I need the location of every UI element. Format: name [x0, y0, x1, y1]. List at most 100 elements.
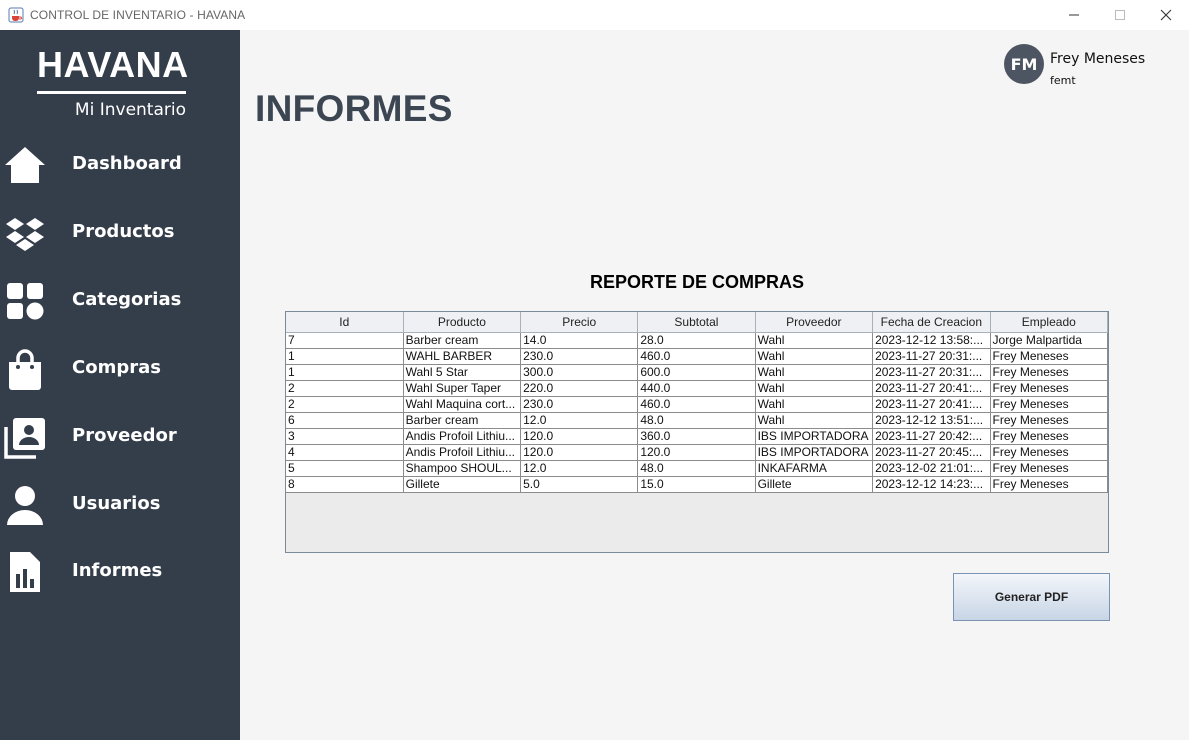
sidebar-item-compras[interactable]: Compras — [0, 339, 240, 399]
table-cell: Wahl — [755, 412, 874, 429]
table-cell: 120.0 — [520, 428, 639, 445]
column-header-subtotal[interactable]: Subtotal — [637, 312, 756, 333]
sidebar-item-label: Proveedor — [72, 425, 177, 446]
brand-underline — [37, 91, 186, 94]
table-cell: Barber cream — [403, 412, 522, 429]
sidebar-item-dashboard[interactable]: Dashboard — [0, 135, 240, 195]
table-cell: 48.0 — [637, 460, 756, 477]
table-cell: Frey Meneses — [990, 476, 1108, 493]
maximize-button[interactable] — [1097, 0, 1143, 30]
table-row[interactable]: 2 Wahl Maquina cort... 230.0 460.0 Wahl 2023-… — [286, 396, 1108, 413]
column-header-precio[interactable]: Precio — [520, 312, 639, 333]
table-cell: 2023-11-27 20:41:... — [872, 380, 991, 397]
table-cell: Andis Profoil Lithiu... — [403, 444, 522, 461]
table-cell: INKAFARMA — [755, 460, 874, 477]
table-cell: Frey Meneses — [990, 396, 1108, 413]
table-cell: Shampoo SHOUL... — [403, 460, 522, 477]
table-cell: Barber cream — [403, 332, 522, 349]
sidebar-item-label: Categorias — [72, 289, 182, 310]
table-cell: 1 — [286, 364, 404, 381]
table-cell: Wahl Super Taper — [403, 380, 522, 397]
sidebar: HAVANA Mi Inventario Dashboard Productos… — [0, 30, 240, 740]
table-row[interactable]: 5 Shampoo SHOUL... 12.0 48.0 INKAFARMA 2023-1… — [286, 460, 1108, 477]
table-row[interactable]: 7 Barber cream 14.0 28.0 Wahl 2023-12-12 13:5… — [286, 332, 1108, 349]
table-cell: 2023-11-27 20:31:... — [872, 348, 991, 365]
sidebar-item-label: Productos — [72, 221, 175, 242]
table-cell: 2023-11-27 20:31:... — [872, 364, 991, 381]
table-cell: Frey Meneses — [990, 348, 1108, 365]
table-cell: 2023-11-27 20:45:... — [872, 444, 991, 461]
column-header-id[interactable]: Id — [286, 312, 404, 333]
table-cell: WAHL BARBER — [403, 348, 522, 365]
report-title: REPORTE DE COMPRAS — [589, 272, 805, 292]
table-cell: 2 — [286, 396, 404, 413]
table-cell: 2023-12-02 21:01:... — [872, 460, 991, 477]
sidebar-item-informes[interactable]: Informes — [0, 542, 240, 602]
table-cell: Gillete — [755, 476, 874, 493]
table-cell: IBS IMPORTADORA — [755, 428, 874, 445]
sidebar-item-productos[interactable]: Productos — [0, 203, 240, 263]
purchases-table[interactable]: Id Producto Precio Subtotal Proveedor Fe… — [285, 311, 1109, 553]
table-cell: Wahl — [755, 332, 874, 349]
table-cell: 220.0 — [520, 380, 639, 397]
sidebar-item-proveedor[interactable]: Proveedor — [0, 407, 240, 467]
table-cell: Wahl — [755, 348, 874, 365]
shopping-bag-icon — [9, 349, 41, 390]
table-cell: Wahl Maquina cort... — [403, 396, 522, 413]
brand-logo-text: HAVANA — [37, 44, 189, 85]
brand-subtitle: Mi Inventario — [74, 100, 186, 120]
table-cell: 2023-11-27 20:42:... — [872, 428, 991, 445]
table-cell: Frey Meneses — [990, 412, 1108, 429]
table-cell: Frey Meneses — [990, 380, 1108, 397]
table-cell: 460.0 — [637, 348, 756, 365]
page-title: INFORMES — [255, 88, 453, 129]
generate-pdf-button[interactable]: Generar PDF — [953, 573, 1110, 621]
dropbox-icon — [6, 218, 44, 251]
home-icon — [5, 147, 45, 183]
table-cell: 8 — [286, 476, 404, 493]
close-button[interactable] — [1143, 0, 1189, 30]
column-header-proveedor[interactable]: Proveedor — [755, 312, 874, 333]
table-row[interactable]: 1 WAHL BARBER 230.0 460.0 Wahl 2023-11-27 20:… — [286, 348, 1108, 365]
table-cell: 6 — [286, 412, 404, 429]
avatar: FM — [1004, 44, 1044, 84]
table-cell: Frey Meneses — [990, 364, 1108, 381]
sidebar-item-categorias[interactable]: Categorias — [0, 271, 240, 331]
table-cell: 2023-12-12 14:23:... — [872, 476, 991, 493]
sidebar-item-label: Informes — [72, 560, 163, 581]
table-cell: Gillete — [403, 476, 522, 493]
table-cell: 120.0 — [520, 444, 639, 461]
table-cell: Frey Meneses — [990, 444, 1108, 461]
table-cell: 5.0 — [520, 476, 639, 493]
user-handle: femt — [1050, 74, 1076, 87]
column-header-producto[interactable]: Producto — [403, 312, 522, 333]
table-cell: Frey Meneses — [990, 428, 1108, 445]
user-icon — [7, 486, 43, 525]
table-cell: 460.0 — [637, 396, 756, 413]
maximize-icon — [1115, 10, 1125, 20]
sidebar-item-usuarios[interactable]: Usuarios — [0, 475, 240, 535]
table-cell: 2023-12-12 13:58:... — [872, 332, 991, 349]
column-header-empleado[interactable]: Empleado — [990, 312, 1108, 333]
table-row[interactable]: 6 Barber cream 12.0 48.0 Wahl 2023-12-12 13:5… — [286, 412, 1108, 429]
table-row[interactable]: 3 Andis Profoil Lithiu... 120.0 360.0 IBS IM… — [286, 428, 1108, 445]
table-row[interactable]: 1 Wahl 5 Star 300.0 600.0 Wahl 2023-11-27 20:… — [286, 364, 1108, 381]
table-cell: 230.0 — [520, 348, 639, 365]
java-cup-icon — [8, 7, 24, 23]
table-cell: 1 — [286, 348, 404, 365]
table-cell: 4 — [286, 444, 404, 461]
column-header-fecha[interactable]: Fecha de Creacion — [872, 312, 991, 333]
table-cell: Frey Meneses — [990, 460, 1108, 477]
window-titlebar: CONTROL DE INVENTARIO - HAVANA — [0, 0, 1189, 30]
table-cell: 12.0 — [520, 460, 639, 477]
report-icon — [10, 552, 40, 592]
table-cell: Wahl — [755, 364, 874, 381]
table-cell: 2023-12-12 13:51:... — [872, 412, 991, 429]
table-cell: Wahl — [755, 396, 874, 413]
table-row[interactable]: 2 Wahl Super Taper 220.0 440.0 Wahl 2023-11-2… — [286, 380, 1108, 397]
table-row[interactable]: 8 Gillete 5.0 15.0 Gillete 2023-12-12 14:23:.… — [286, 476, 1108, 493]
table-cell: Andis Profoil Lithiu... — [403, 428, 522, 445]
minimize-button[interactable] — [1051, 0, 1097, 30]
table-cell: Jorge Malpartida — [990, 332, 1108, 349]
table-row[interactable]: 4 Andis Profoil Lithiu... 120.0 120.0 IBS IM… — [286, 444, 1108, 461]
